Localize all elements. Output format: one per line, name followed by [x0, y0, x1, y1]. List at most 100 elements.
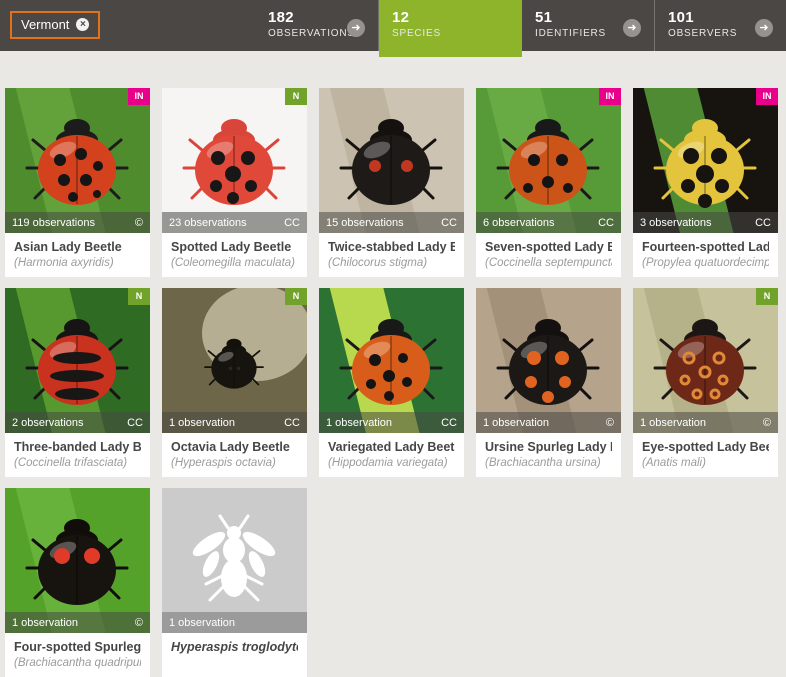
species-name-block[interactable]: Eye-spotted Lady Beetle (Anatis mali)	[633, 433, 778, 477]
scientific-name: (Coleomegilla maculata)	[171, 257, 298, 269]
license-label: ©	[606, 417, 614, 429]
common-name: Asian Lady Beetle	[14, 240, 141, 254]
species-card[interactable]: 1 observation CC Variegated Lady Beetle …	[319, 288, 464, 477]
establishment-badge: N	[756, 288, 778, 305]
species-name-block[interactable]: Asian Lady Beetle (Harmonia axyridis)	[5, 233, 150, 277]
photo-overlay-strip: 2 observations CC	[5, 412, 150, 433]
arrow-right-icon[interactable]: ➜	[347, 19, 365, 37]
species-photo[interactable]: IN 3 observations CC	[633, 88, 778, 233]
scientific-name: (Brachiacantha quadripunctata)	[14, 657, 141, 669]
species-card[interactable]: N 1 observation CC Octavia Lady Beetle (…	[162, 288, 307, 477]
establishment-badge: IN	[756, 88, 778, 105]
species-card[interactable]: N 23 observations CC Spotted Lady Beetle…	[162, 88, 307, 277]
species-photo[interactable]: 1 observation ©	[476, 288, 621, 433]
stats-header-bar: Vermont × 182 OBSERVATIONS ➜ 12 SPECIES …	[0, 0, 786, 51]
species-photo[interactable]: 1 observation	[162, 488, 307, 633]
circle-x-icon[interactable]: ×	[76, 18, 89, 31]
license-label: CC	[127, 417, 143, 429]
photo-overlay-strip: 3 observations CC	[633, 212, 778, 233]
species-name-block[interactable]: Fourteen-spotted Lady... (Propylea quatu…	[633, 233, 778, 277]
license-label: ©	[135, 617, 143, 629]
scientific-name: (Hippodamia variegata)	[328, 457, 455, 469]
species-photo[interactable]: 1 observation ©	[5, 488, 150, 633]
species-name-block[interactable]: Hyperaspis troglodytes	[162, 633, 307, 677]
species-name-block[interactable]: Spotted Lady Beetle (Coleomegilla macula…	[162, 233, 307, 277]
observation-count: 15 observations	[326, 217, 404, 229]
photo-overlay-strip: 1 observation ©	[476, 412, 621, 433]
stats-tabs: 182 OBSERVATIONS ➜ 12 SPECIES 51 IDENTIF…	[255, 0, 786, 57]
species-card[interactable]: IN 6 observations CC Seven-spotted Lady …	[476, 88, 621, 277]
establishment-badge: N	[128, 288, 150, 305]
scientific-name: (Propylea quatuordecimpunctat...	[642, 257, 769, 269]
observation-count: 1 observation	[640, 417, 706, 429]
species-card[interactable]: 1 observation © Four-spotted Spurleg L..…	[5, 488, 150, 677]
species-photo[interactable]: N 2 observations CC	[5, 288, 150, 433]
species-card[interactable]: 15 observations CC Twice-stabbed Lady Be…	[319, 88, 464, 277]
license-label: CC	[284, 217, 300, 229]
species-name-block[interactable]: Variegated Lady Beetle (Hippodamia varie…	[319, 433, 464, 477]
species-photo[interactable]: N 23 observations CC	[162, 88, 307, 233]
license-label: ©	[135, 217, 143, 229]
photo-overlay-strip: 1 observation CC	[162, 412, 307, 433]
license-label: CC	[755, 217, 771, 229]
species-grid: IN 119 observations © Asian Lady Beetle …	[5, 88, 778, 677]
common-name: Seven-spotted Lady Be...	[485, 240, 612, 254]
arrow-right-icon[interactable]: ➜	[623, 19, 641, 37]
observation-count: 1 observation	[169, 617, 235, 629]
species-photo[interactable]: IN 6 observations CC	[476, 88, 621, 233]
scientific-name: (Coccinella septempunctata)	[485, 257, 612, 269]
species-card[interactable]: IN 3 observations CC Fourteen-spotted La…	[633, 88, 778, 277]
species-name-block[interactable]: Seven-spotted Lady Be... (Coccinella sep…	[476, 233, 621, 277]
species-card[interactable]: 1 observation Hyperaspis troglodytes	[162, 488, 307, 677]
photo-overlay-strip: 119 observations ©	[5, 212, 150, 233]
common-name: Four-spotted Spurleg L...	[14, 640, 141, 654]
photo-overlay-strip: 1 observation CC	[319, 412, 464, 433]
species-card[interactable]: N 2 observations CC Three-banded Lady Be…	[5, 288, 150, 477]
arrow-right-icon[interactable]: ➜	[755, 19, 773, 37]
species-photo[interactable]: 1 observation CC	[319, 288, 464, 433]
place-filter-tag[interactable]: Vermont ×	[10, 11, 100, 39]
tab-observations[interactable]: 182 OBSERVATIONS ➜	[255, 0, 379, 51]
scientific-name: (Coccinella trifasciata)	[14, 457, 141, 469]
species-label: SPECIES	[392, 28, 522, 39]
establishment-badge: IN	[599, 88, 621, 105]
species-name-block[interactable]: Twice-stabbed Lady Be... (Chilocorus sti…	[319, 233, 464, 277]
photo-overlay-strip: 15 observations CC	[319, 212, 464, 233]
tab-observers[interactable]: 101 OBSERVERS ➜	[654, 0, 786, 51]
photo-overlay-strip: 6 observations CC	[476, 212, 621, 233]
common-name: Eye-spotted Lady Beetle	[642, 440, 769, 454]
observation-count: 3 observations	[640, 217, 712, 229]
scientific-name: (Harmonia axyridis)	[14, 257, 141, 269]
common-name: Fourteen-spotted Lady...	[642, 240, 769, 254]
species-card[interactable]: 1 observation © Ursine Spurleg Lady B...…	[476, 288, 621, 477]
tab-species[interactable]: 12 SPECIES	[379, 0, 522, 57]
species-photo[interactable]: N 1 observation CC	[162, 288, 307, 433]
species-card[interactable]: IN 119 observations © Asian Lady Beetle …	[5, 88, 150, 277]
establishment-badge: N	[285, 88, 307, 105]
species-count: 12	[392, 9, 522, 26]
species-card[interactable]: N 1 observation © Eye-spotted Lady Beetl…	[633, 288, 778, 477]
license-label: CC	[441, 417, 457, 429]
species-photo[interactable]: N 1 observation ©	[633, 288, 778, 433]
observation-count: 1 observation	[12, 617, 78, 629]
common-name: Variegated Lady Beetle	[328, 440, 455, 454]
species-name-block[interactable]: Ursine Spurleg Lady B... (Brachiacantha …	[476, 433, 621, 477]
tab-identifiers[interactable]: 51 IDENTIFIERS ➜	[522, 0, 654, 51]
common-name: Spotted Lady Beetle	[171, 240, 298, 254]
species-name-block[interactable]: Three-banded Lady Be... (Coccinella trif…	[5, 433, 150, 477]
scientific-name: (Anatis mali)	[642, 457, 769, 469]
common-name: Twice-stabbed Lady Be...	[328, 240, 455, 254]
observation-count: 1 observation	[326, 417, 392, 429]
license-label: CC	[441, 217, 457, 229]
license-label: ©	[763, 417, 771, 429]
license-label: CC	[284, 417, 300, 429]
observation-count: 1 observation	[169, 417, 235, 429]
species-photo[interactable]: IN 119 observations ©	[5, 88, 150, 233]
observation-count: 6 observations	[483, 217, 555, 229]
observation-count: 23 observations	[169, 217, 247, 229]
photo-overlay-strip: 23 observations CC	[162, 212, 307, 233]
species-name-block[interactable]: Octavia Lady Beetle (Hyperaspis octavia)	[162, 433, 307, 477]
species-photo[interactable]: 15 observations CC	[319, 88, 464, 233]
observation-count: 1 observation	[483, 417, 549, 429]
species-name-block[interactable]: Four-spotted Spurleg L... (Brachiacantha…	[5, 633, 150, 677]
